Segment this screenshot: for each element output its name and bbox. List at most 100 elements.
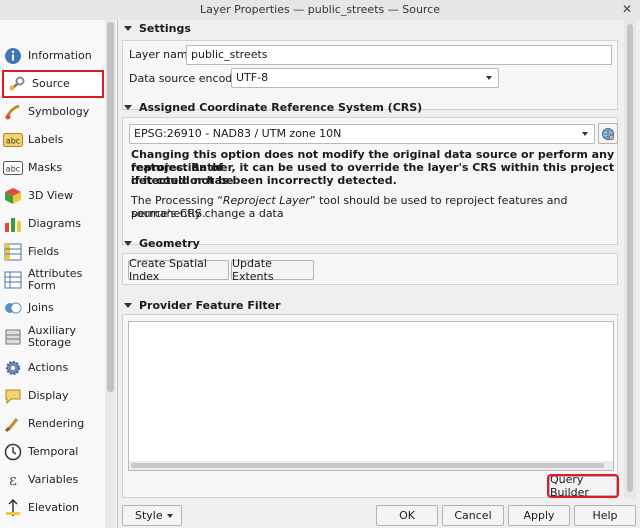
sidebar-item-label: Auxiliary Storage [28, 324, 76, 349]
ok-button[interactable]: OK [376, 505, 438, 526]
query-builder-button[interactable]: Query Builder [547, 473, 619, 499]
sidebar-item-symbology[interactable]: Symbology [0, 98, 104, 126]
title-bar: Layer Properties — public_streets — Sour… [0, 0, 640, 21]
style-button-label: Style [135, 509, 163, 522]
svg-text:abc: abc [6, 165, 20, 174]
sidebar-item-label: Symbology [28, 105, 90, 118]
sidebar-scrollbar[interactable] [105, 20, 116, 528]
encoding-value: UTF-8 [236, 71, 269, 84]
filter-title: Provider Feature Filter [139, 298, 281, 312]
attributes-form-icon [3, 270, 23, 290]
dialog-button-bar: Style OK Cancel Apply Help [118, 502, 640, 528]
style-button[interactable]: Style [122, 505, 182, 526]
sidebar-item-label: Joins [28, 301, 54, 314]
sidebar-item-label: Actions [28, 361, 69, 374]
close-icon[interactable]: ✕ [620, 3, 634, 17]
window-title: Layer Properties — public_streets — Sour… [199, 3, 441, 16]
clock-icon [3, 442, 23, 462]
sidebar-item-label: Variables [28, 473, 79, 486]
sidebar-item-variables[interactable]: ε Variables [0, 466, 104, 494]
filter-text-area[interactable] [128, 321, 614, 471]
collapse-triangle-icon [124, 25, 132, 31]
auxiliary-storage-icon [3, 327, 23, 347]
create-spatial-index-button[interactable]: Create Spatial Index [128, 257, 229, 283]
sidebar-item-source[interactable]: Source [2, 70, 104, 98]
sidebar-item-label: 3D View [28, 189, 74, 202]
sidebar-item-masks[interactable]: abc Masks [0, 154, 104, 182]
svg-text:ε: ε [9, 471, 17, 489]
sidebar: Information Source Symbology abc Labels abc Ma… [0, 20, 118, 528]
sidebar-item-display[interactable]: Display [0, 382, 104, 410]
update-extents-button[interactable]: Update Extents [231, 257, 314, 283]
rendering-brush-icon [3, 414, 23, 434]
sidebar-item-label: Source [32, 77, 70, 90]
labels-abc-icon: abc [3, 130, 23, 150]
main-scrollbar[interactable] [624, 20, 636, 498]
sidebar-item-label: Temporal [28, 445, 79, 458]
variables-epsilon-icon: ε [3, 470, 23, 490]
collapse-triangle-icon [124, 240, 132, 246]
help-button[interactable]: Help [574, 505, 636, 526]
sidebar-item-3d-view[interactable]: 3D View [0, 182, 104, 210]
sidebar-item-label: Information [28, 49, 92, 62]
crs-panel: EPSG:26910 - NAD83 / UTM zone 10N Changi… [122, 117, 618, 245]
symbology-brush-icon [3, 102, 23, 122]
filter-section-header[interactable]: Provider Feature Filter [120, 297, 281, 313]
chevron-down-icon [486, 76, 492, 80]
elevation-icon [3, 498, 23, 518]
sidebar-item-rendering[interactable]: Rendering [0, 410, 104, 438]
chevron-down-icon [582, 132, 588, 136]
cube-icon [3, 186, 23, 206]
globe-icon [602, 127, 615, 140]
filter-horizontal-scrollbar[interactable] [129, 461, 613, 470]
collapse-triangle-icon [124, 104, 132, 110]
sidebar-item-information[interactable]: Information [0, 42, 104, 70]
geometry-panel: Create Spatial Index Update Extents [122, 253, 618, 285]
settings-section-header[interactable]: Settings [120, 20, 191, 36]
chevron-down-icon [167, 514, 173, 518]
fields-icon [3, 242, 23, 262]
apply-button[interactable]: Apply [508, 505, 570, 526]
sidebar-item-auxiliary-storage[interactable]: Auxiliary Storage [0, 322, 104, 352]
sidebar-item-joins[interactable]: Joins [0, 294, 104, 322]
diagrams-icon [3, 214, 23, 234]
crs-title: Assigned Coordinate Reference System (CR… [139, 100, 423, 114]
sidebar-item-elevation[interactable]: Elevation [0, 494, 104, 522]
sidebar-item-temporal[interactable]: Temporal [0, 438, 104, 466]
sidebar-item-label: Elevation [28, 501, 80, 514]
geometry-title: Geometry [139, 236, 200, 250]
sidebar-item-attributes-form[interactable]: Attributes Form [0, 266, 104, 294]
select-crs-button[interactable] [598, 123, 618, 144]
geometry-section-header[interactable]: Geometry [120, 235, 200, 251]
crs-combo[interactable]: EPSG:26910 - NAD83 / UTM zone 10N [129, 124, 595, 144]
sidebar-item-label: Display [28, 389, 69, 402]
sidebar-item-actions[interactable]: Actions [0, 354, 104, 382]
crs-info-line-2: source's CRS. [131, 207, 206, 220]
sidebar-item-label: Rendering [28, 417, 85, 430]
cancel-button[interactable]: Cancel [442, 505, 504, 526]
sidebar-item-fields[interactable]: Fields [0, 238, 104, 266]
sidebar-item-label: Attributes Form [28, 267, 83, 292]
crs-warning-line-3: detected or has been incorrectly detecte… [131, 174, 397, 187]
filter-panel: Query Builder [122, 314, 619, 499]
joins-icon [3, 298, 23, 318]
info-icon [3, 46, 23, 66]
settings-title: Settings [139, 21, 191, 35]
sidebar-item-label: Diagrams [28, 217, 81, 230]
sidebar-item-label: Masks [28, 161, 63, 174]
sidebar-item-diagrams[interactable]: Diagrams [0, 210, 104, 238]
masks-abc-icon: abc [3, 158, 23, 178]
sidebar-item-label: Fields [28, 245, 60, 258]
crs-value: EPSG:26910 - NAD83 / UTM zone 10N [134, 127, 342, 140]
collapse-triangle-icon [124, 302, 132, 308]
layer-name-input[interactable]: public_streets [186, 45, 612, 65]
sidebar-item-labels[interactable]: abc Labels [0, 126, 104, 154]
layer-name-label: Layer name [129, 48, 195, 61]
main-panel: Settings Layer name public_streets Data … [118, 20, 640, 499]
source-wrench-icon [7, 74, 27, 94]
svg-text:abc: abc [6, 137, 20, 146]
encoding-combo[interactable]: UTF-8 [231, 68, 499, 88]
display-speech-icon [3, 386, 23, 406]
actions-gear-icon [3, 358, 23, 378]
crs-section-header[interactable]: Assigned Coordinate Reference System (CR… [120, 99, 422, 115]
